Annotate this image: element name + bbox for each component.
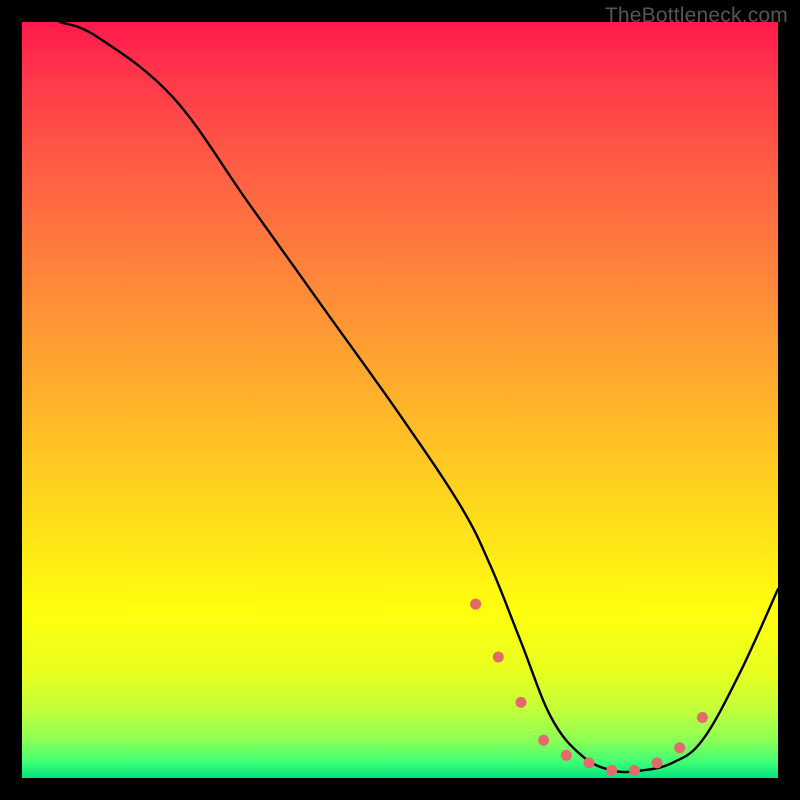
- marker-dot: [697, 712, 708, 723]
- marker-dot: [470, 599, 481, 610]
- marker-dot: [538, 735, 549, 746]
- curve-overlay: [22, 22, 778, 778]
- marker-dot: [629, 765, 640, 776]
- marker-dot: [606, 765, 617, 776]
- plot-area: [22, 22, 778, 778]
- marker-dot: [561, 750, 572, 761]
- marker-dot: [516, 697, 527, 708]
- bottleneck-curve: [60, 22, 778, 772]
- marker-dot: [652, 757, 663, 768]
- marker-dot: [493, 652, 504, 663]
- marker-dot: [584, 757, 595, 768]
- chart-stage: TheBottleneck.com: [0, 0, 800, 800]
- marker-dot: [674, 742, 685, 753]
- optimal-range-dots: [470, 599, 708, 776]
